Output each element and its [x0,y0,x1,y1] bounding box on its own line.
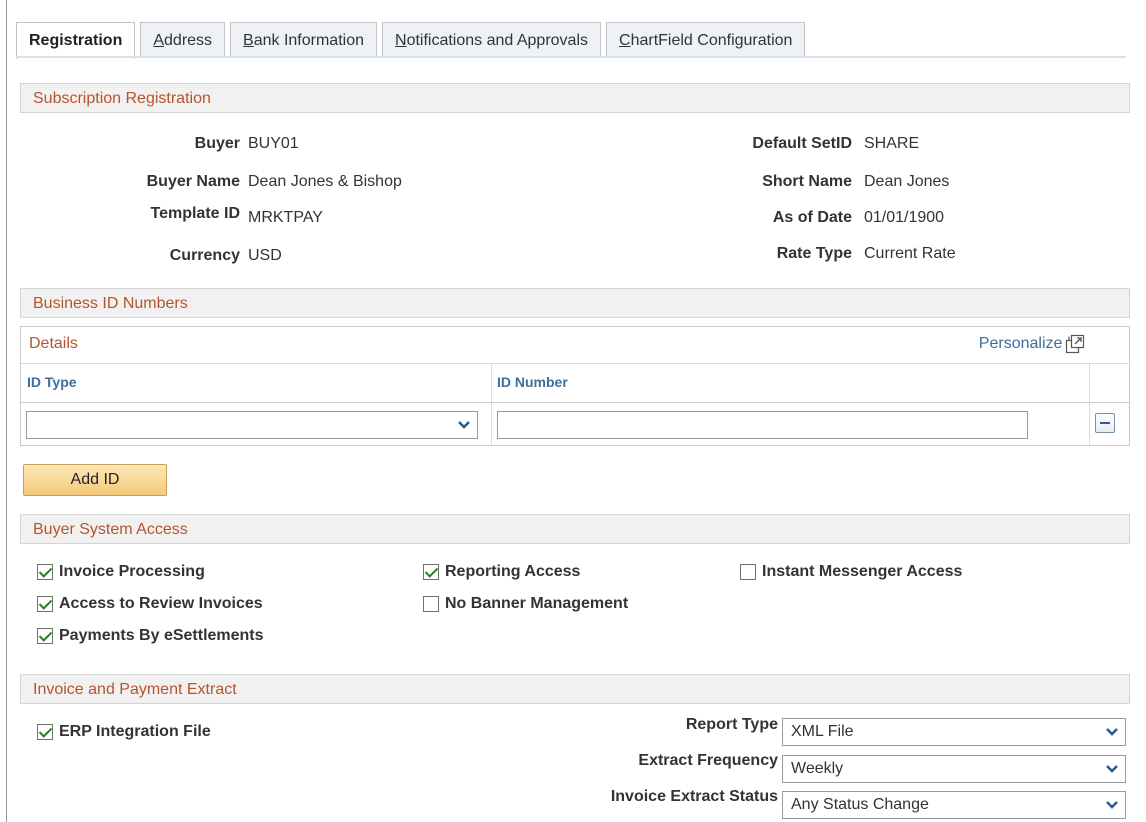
report-type-select[interactable]: XML File [782,718,1126,746]
personalize-link[interactable]: Personalize | [979,335,1071,353]
grid-title: Details [29,335,78,352]
column-id-number: ID Number [497,374,568,390]
column-divider [491,363,492,445]
buyer-name-value: Dean Jones & Bishop [248,173,402,190]
chevron-down-icon [1101,794,1123,816]
column-id-type: ID Type [27,374,77,390]
template-id-value: MRKTPAY [248,209,323,226]
invoice-extract-status-label: Invoice Extract Status [610,788,778,805]
tab-underline [16,56,1126,58]
as-of-date-value: 01/01/1900 [864,209,945,226]
id-number-input[interactable] [497,411,1028,439]
checkbox-checked-icon[interactable] [423,564,439,580]
delete-row-button[interactable] [1095,413,1115,433]
reporting-access-checkbox[interactable]: Reporting Access [423,563,580,581]
id-type-select[interactable] [26,411,478,439]
checkbox-checked-icon[interactable] [37,628,53,644]
rate-type-label: Rate Type [776,245,852,262]
currency-label: Currency [169,247,240,264]
tab-chartfield-configuration[interactable]: ChartField Configuration [606,22,806,57]
invoice-processing-checkbox[interactable]: Invoice Processing [37,563,205,581]
chevron-down-icon [1101,758,1123,780]
buyer-name-label: Buyer Name [146,173,240,190]
column-divider [1089,363,1090,445]
no-banner-management-checkbox[interactable]: No Banner Management [423,595,628,613]
default-setid-value: SHARE [864,135,920,152]
add-id-button[interactable]: Add ID [23,464,167,496]
section-business-id-numbers: Business ID Numbers [20,288,1130,318]
checkbox-checked-icon[interactable] [37,564,53,580]
tab-bar: Registration Address Bank Information No… [16,22,810,59]
chevron-down-icon [1101,721,1123,743]
chevron-down-icon [453,414,475,436]
checkbox-unchecked-icon[interactable] [423,596,439,612]
checkbox-unchecked-icon[interactable] [740,564,756,580]
tab-registration[interactable]: Registration [16,22,136,59]
review-invoices-checkbox[interactable]: Access to Review Invoices [37,595,263,613]
checkbox-checked-icon[interactable] [37,596,53,612]
tab-notifications-and-approvals[interactable]: Notifications and Approvals [382,22,602,57]
short-name-label: Short Name [762,173,852,190]
instant-messenger-access-checkbox[interactable]: Instant Messenger Access [740,563,962,581]
rate-type-value: Current Rate [864,245,956,262]
default-setid-label: Default SetID [752,135,852,152]
section-invoice-payment-extract: Invoice and Payment Extract [20,674,1130,704]
new-window-icon[interactable] [1065,334,1085,354]
payments-esettlements-checkbox[interactable]: Payments By eSettlements [37,627,264,645]
extract-frequency-select[interactable]: Weekly [782,755,1126,783]
template-id-label: Template ID [150,205,241,222]
buyer-label: Buyer [194,135,240,152]
tab-bank-information[interactable]: Bank Information [230,22,377,57]
currency-value: USD [248,247,282,264]
invoice-extract-status-select[interactable]: Any Status Change [782,791,1126,819]
short-name-value: Dean Jones [864,173,950,190]
left-border [6,0,7,822]
tab-address[interactable]: Address [140,22,226,57]
section-subscription-registration: Subscription Registration [20,83,1130,113]
checkbox-checked-icon[interactable] [37,724,53,740]
buyer-value: BUY01 [248,135,299,152]
report-type-label: Report Type [685,716,778,733]
extract-frequency-label: Extract Frequency [638,752,778,769]
as-of-date-label: As of Date [772,209,852,226]
erp-integration-file-checkbox[interactable]: ERP Integration File [37,723,211,741]
grid-header-row: ID Type ID Number [21,363,1129,403]
details-grid: Details Personalize | ID Type ID Number [20,326,1130,446]
section-buyer-system-access: Buyer System Access [20,514,1130,544]
